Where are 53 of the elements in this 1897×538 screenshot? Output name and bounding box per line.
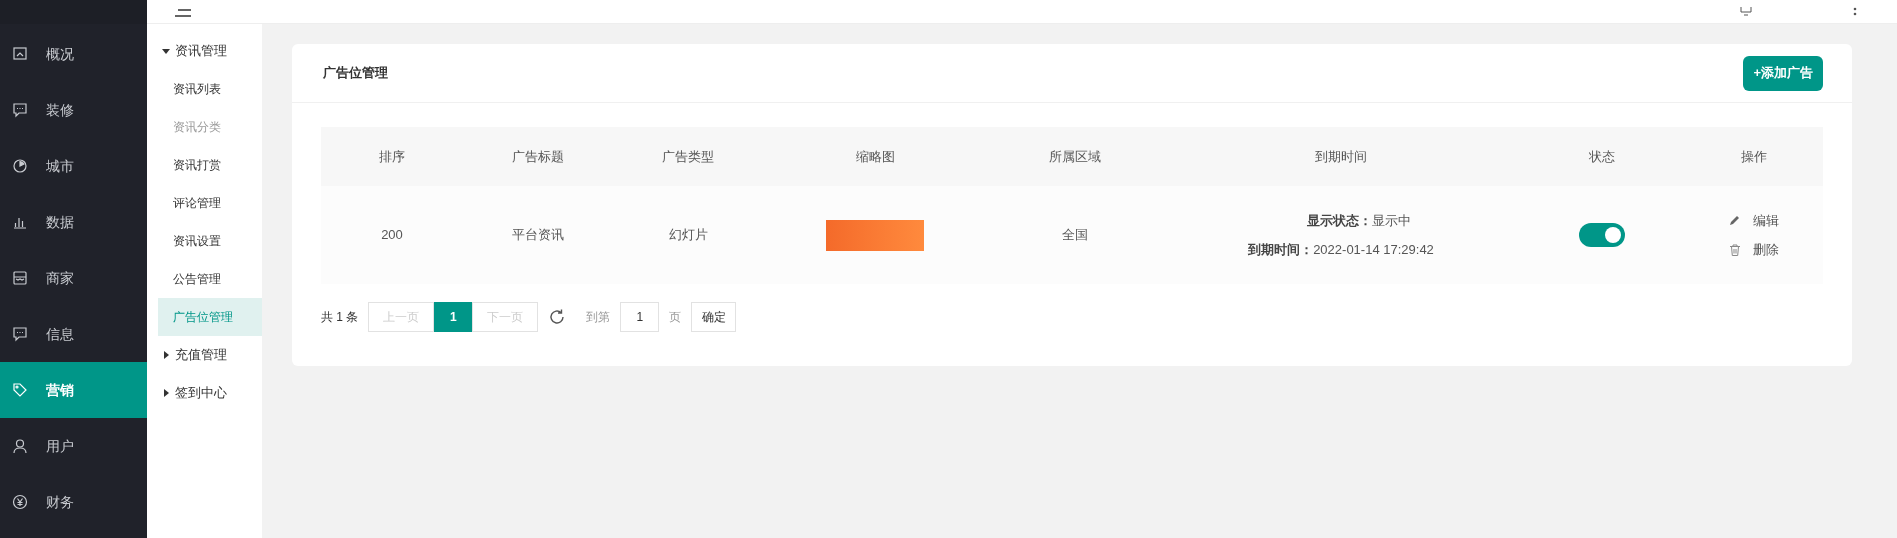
status-toggle[interactable] [1579, 223, 1625, 247]
table-cell-text: 平台资讯 [512, 226, 564, 245]
pencil-icon [1728, 214, 1741, 227]
page-suffix: 页 [669, 309, 682, 326]
add-ad-button[interactable]: +添加广告 [1743, 55, 1823, 91]
message-icon [12, 326, 28, 342]
page-input[interactable]: 1 [620, 302, 660, 332]
table-cell-text: 200 [381, 226, 403, 245]
expire-time-text: 到期时间：2022-01-14 17:29:42 [1248, 241, 1434, 259]
column-header: 所属区域 [1048, 147, 1102, 166]
yen-icon [12, 494, 28, 510]
store-icon [12, 270, 28, 286]
edit-link[interactable]: 编辑 [1728, 210, 1779, 230]
confirm-button[interactable]: 确定 [691, 302, 737, 332]
column-header: 缩略图 [854, 147, 896, 166]
sidebar-item[interactable]: 概况 [0, 26, 147, 82]
more-icon[interactable] [1853, 6, 1857, 17]
sidebar-item[interactable]: 营销 [0, 362, 147, 418]
menu-icon[interactable] [175, 6, 191, 17]
column-header: 广告类型 [661, 147, 715, 166]
message-icon [12, 102, 28, 118]
pie-icon [12, 158, 28, 174]
sidebar-item[interactable]: 数据 [0, 194, 147, 250]
caret-down-icon [162, 47, 170, 55]
sidebar-item[interactable]: 信息 [0, 306, 147, 362]
user-icon [12, 438, 28, 454]
card-title: 广告位管理 [323, 64, 388, 83]
column-header: 广告标题 [511, 147, 565, 166]
display-status-text: 显示状态：显示中 [1307, 211, 1411, 230]
sidebar-item[interactable]: 商家 [0, 250, 147, 306]
tag-icon [12, 382, 28, 398]
delete-link[interactable]: 删除 [1728, 240, 1779, 260]
total-count: 共 1 条 [321, 309, 359, 326]
submenu-group[interactable]: 签到中心 [158, 374, 262, 412]
column-header: 排序 [378, 147, 406, 166]
column-header: 操作 [1739, 147, 1768, 166]
sidebar-item[interactable]: 城市 [0, 138, 147, 194]
frame-icon [12, 46, 28, 62]
trash-icon [1728, 243, 1741, 256]
column-header: 到期时间 [1314, 147, 1368, 166]
refresh-icon[interactable] [548, 308, 567, 326]
caret-right-icon [162, 389, 170, 397]
sidebar-item[interactable]: 财务 [0, 474, 147, 530]
submenu-group[interactable]: 充值管理 [158, 336, 262, 374]
goto-label: 到第 [586, 309, 611, 326]
column-header: 状态 [1588, 147, 1616, 166]
sidebar-item[interactable]: 用户 [0, 418, 147, 474]
caret-right-icon [162, 351, 170, 359]
table-cell-text: 幻灯片 [668, 226, 708, 245]
sidebar-item[interactable]: 装修 [0, 82, 147, 138]
table-cell-text: 全国 [1062, 226, 1088, 245]
submenu-group[interactable]: 资讯管理 [158, 32, 262, 70]
page-button[interactable]: 1 [434, 302, 473, 332]
